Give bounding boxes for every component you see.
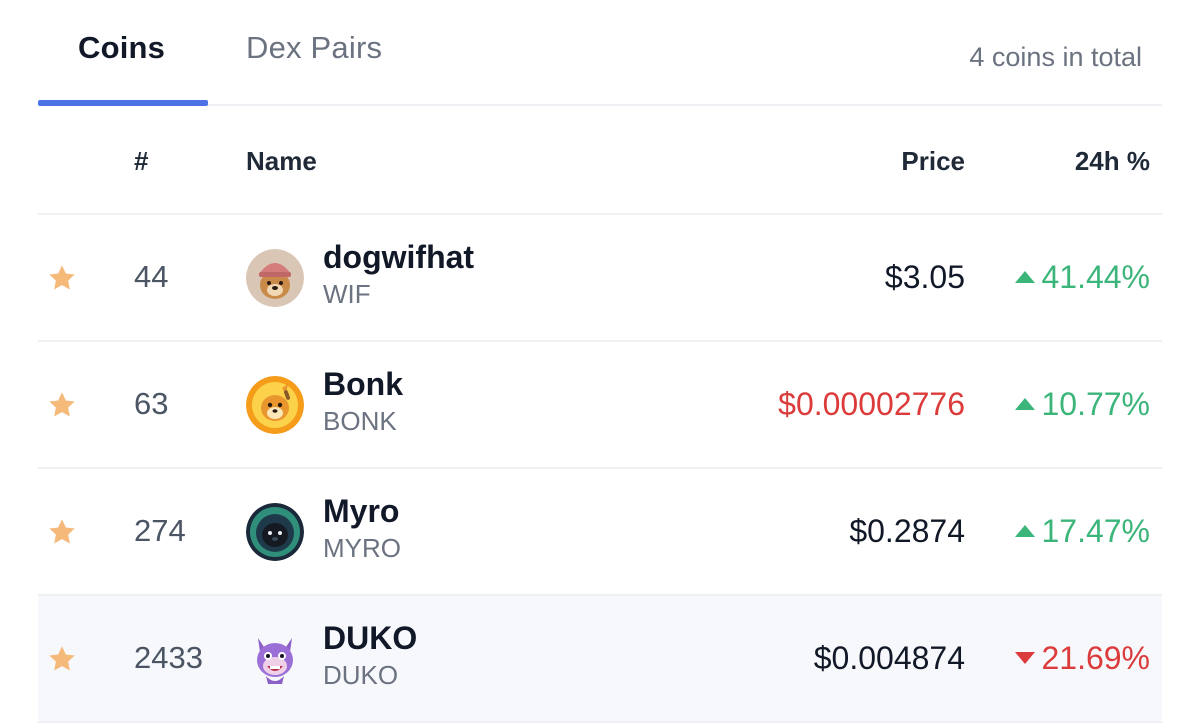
coin-name[interactable]: DUKO	[323, 620, 417, 657]
star-icon[interactable]	[46, 262, 78, 294]
coin-name[interactable]: Myro	[323, 493, 399, 530]
header-24h-change[interactable]: 24h %	[1075, 146, 1150, 177]
coin-rank: 274	[134, 513, 186, 548]
header-price[interactable]: Price	[901, 146, 965, 177]
arrow-up-icon	[1015, 270, 1036, 283]
arrow-up-icon	[1015, 524, 1036, 537]
star-icon[interactable]	[46, 389, 78, 421]
coin-price: $0.2874	[849, 513, 965, 549]
myro-logo	[246, 503, 304, 561]
coins-table: # Name Price 24h % 44 dogwifhat WIF $3.0…	[38, 110, 1162, 723]
coin-24h-change: 21.69%	[1015, 640, 1150, 677]
coin-24h-change: 41.44%	[1015, 259, 1150, 296]
coin-name[interactable]: dogwifhat	[323, 239, 474, 276]
coin-symbol: MYRO	[323, 533, 401, 563]
table-row[interactable]: 44 dogwifhat WIF $3.05 41.44%	[38, 215, 1162, 342]
tab-dex-pairs[interactable]: Dex Pairs	[246, 30, 382, 66]
table-row[interactable]: 63 Bonk BONK $0.00002776 10.77%	[38, 342, 1162, 469]
coin-24h-change: 10.77%	[1015, 386, 1150, 423]
duko-logo	[257, 638, 293, 684]
coin-price: $0.00002776	[778, 386, 965, 422]
coin-rank: 2433	[134, 640, 203, 675]
header-rank[interactable]: #	[134, 146, 148, 177]
coin-symbol: DUKO	[323, 660, 399, 690]
dogwifhat-logo	[246, 249, 304, 307]
tab-bar: Coins Dex Pairs 4 coins in total	[38, 0, 1162, 110]
coin-symbol: WIF	[323, 279, 371, 309]
arrow-down-icon	[1015, 651, 1036, 664]
bonk-logo	[246, 376, 304, 434]
coin-24h-change: 17.47%	[1015, 513, 1150, 550]
coin-rank: 44	[134, 259, 169, 294]
coin-price: $0.004874	[813, 640, 965, 676]
tab-divider	[208, 104, 1162, 106]
star-icon[interactable]	[46, 516, 78, 548]
table-row[interactable]: 274 Myro MYRO $0.2874 17.47%	[38, 469, 1162, 596]
coin-price: $3.05	[884, 259, 965, 295]
coins-total-count: 4 coins in total	[969, 42, 1142, 72]
header-name[interactable]: Name	[246, 146, 317, 177]
active-tab-indicator	[38, 100, 208, 106]
coin-symbol: BONK	[323, 406, 397, 436]
coin-rank: 63	[134, 386, 169, 421]
arrow-up-icon	[1015, 397, 1036, 410]
tab-coins[interactable]: Coins	[78, 30, 165, 66]
star-icon[interactable]	[46, 643, 78, 675]
table-row[interactable]: 2433 DUKO DUKO $0.004874 21.69%	[38, 596, 1162, 723]
table-header: # Name Price 24h %	[38, 110, 1162, 215]
coin-name[interactable]: Bonk	[323, 366, 403, 403]
